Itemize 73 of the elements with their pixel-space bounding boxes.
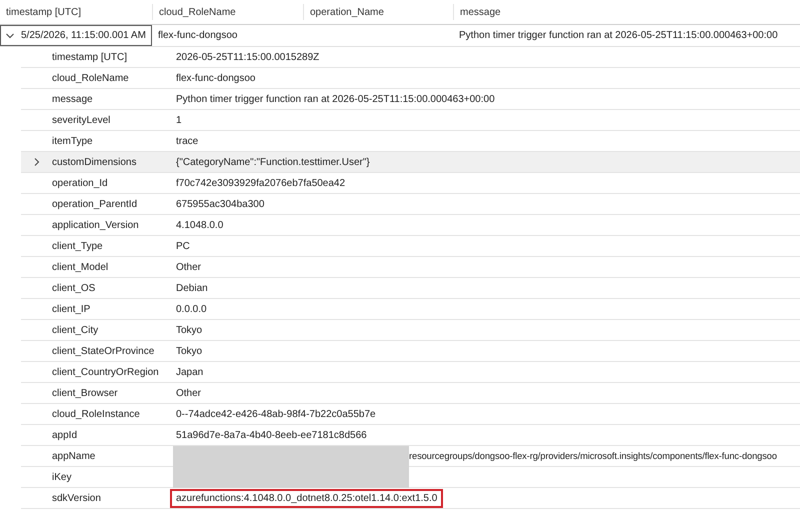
detail-row[interactable]: client_StateOrProvince Tokyo — [21, 341, 800, 362]
field-name: client_Model — [52, 262, 108, 272]
field-value: f70c742e3093929fa2076eb7fa50ea42 — [176, 178, 346, 188]
field-name: client_OS — [52, 282, 96, 294]
field-name: client_IP — [52, 304, 90, 314]
field-name: client_City — [52, 324, 98, 336]
field-name: itemType — [52, 136, 93, 146]
field-name: iKey — [52, 472, 72, 482]
field-name: client_StateOrProvince — [52, 346, 154, 356]
field-value: resourcegroups/dongsoo-flex-rg/providers/microsoft.insights/components/flex-func-dongsoo — [409, 451, 777, 461]
field-name: cloud_RoleName — [52, 72, 129, 84]
detail-row[interactable]: operation_Id f70c742e3093929fa2076eb7fa50ea42 — [21, 173, 800, 194]
field-name: cloud_RoleInstance — [52, 408, 140, 420]
field-value: Other — [176, 262, 202, 272]
field-name: sdkVersion — [52, 492, 101, 504]
field-value: Python timer trigger function ran at 2026-05-25T11:15:00.000463+00:00 — [176, 94, 495, 104]
detail-row[interactable]: message Python timer trigger function ran at 2026-05-25T11:15:00.000463+00:00 — [21, 89, 800, 110]
field-name: operation_ParentId — [52, 198, 138, 210]
field-value: 2026-05-25T11:15:00.0015289Z — [176, 52, 320, 62]
detail-row[interactable]: client_IP 0.0.0.0 — [21, 299, 800, 320]
table-cell: flex-func-dongsoo — [158, 30, 238, 41]
table-cell: 5/25/2026, 11:15:00.001 AM — [21, 30, 146, 41]
field-value: Tokyo — [176, 346, 202, 356]
detail-row[interactable]: client_Browser Other — [21, 383, 800, 404]
field-name: application_Version — [52, 220, 139, 230]
field-name: operation_Id — [52, 178, 108, 188]
field-value: azurefunctions:4.1048.0.0_dotnet8.0.25:otel1.14.0:ext1.5.0 — [172, 490, 442, 506]
field-value: {"CategoryName":"Function.testtimer.User"} — [176, 156, 370, 168]
detail-row[interactable]: client_OS Debian — [21, 278, 800, 299]
field-name: appId — [52, 430, 78, 440]
field-name: severityLevel — [52, 114, 110, 126]
field-value: PC — [176, 240, 190, 252]
field-value: Tokyo — [176, 324, 202, 336]
column-header[interactable]: cloud_RoleName — [159, 6, 236, 18]
detail-row[interactable]: client_Type PC — [21, 236, 800, 257]
field-name: message — [52, 94, 93, 104]
detail-row[interactable]: appName resourcegroups/dongsoo-flex-rg/providers/microsoft.insights/components/flex-func-dongsoo — [21, 446, 800, 467]
table-cell: Python timer trigger function ran at 2026-05-25T11:15:00.000463+00:00 — [459, 30, 778, 41]
field-value: 0--74adce42-e426-48ab-98f4-7b22c0a55b7e — [176, 408, 376, 420]
detail-row[interactable]: severityLevel 1 — [21, 110, 800, 131]
detail-row[interactable]: client_Model Other — [21, 257, 800, 278]
field-value: trace — [176, 136, 198, 146]
detail-row[interactable]: operation_ParentId 675955ac304ba300 — [21, 194, 800, 215]
field-value: Debian — [176, 282, 208, 294]
field-value: Japan — [176, 366, 204, 378]
field-name: timestamp [UTC] — [52, 52, 128, 62]
record-timestamp-cell[interactable]: 5/25/2026, 11:15:00.001 AM — [0, 25, 152, 46]
field-value: flex-func-dongsoo — [176, 72, 256, 84]
detail-row[interactable]: cloud_RoleName flex-func-dongsoo — [21, 68, 800, 89]
column-header[interactable]: operation_Name — [310, 6, 384, 18]
field-value: 51a96d7e-8a7a-4b40-8eeb-ee7181c8d566 — [176, 430, 367, 440]
field-value: 675955ac304ba300 — [176, 198, 264, 210]
chevron-icon[interactable] — [32, 157, 42, 167]
field-value: 4.1048.0.0 — [176, 220, 224, 230]
detail-row[interactable]: customDimensions {"CategoryName":"Function.testtimer.User"} — [21, 152, 800, 173]
detail-row[interactable]: client_City Tokyo — [21, 320, 800, 341]
field-value: 1 — [176, 114, 182, 126]
detail-row[interactable]: cloud_RoleInstance 0--74adce42-e426-48ab-98f4-7b22c0a55b7e — [21, 404, 800, 425]
column-header[interactable]: message — [460, 6, 501, 18]
detail-row[interactable]: application_Version 4.1048.0.0 — [21, 215, 800, 236]
field-name: appName — [52, 450, 96, 462]
field-name: client_CountryOrRegion — [52, 366, 159, 378]
field-name: customDimensions — [52, 156, 136, 168]
detail-row[interactable]: sdkVersion azurefunctions:4.1048.0.0_dotnet8.0.25:otel1.14.0:ext1.5.0 — [21, 488, 800, 509]
column-header[interactable]: timestamp [UTC] — [6, 6, 82, 18]
field-value: 0.0.0.0 — [176, 304, 207, 314]
detail-row[interactable]: client_CountryOrRegion Japan — [21, 362, 800, 383]
field-value: Other — [176, 388, 202, 398]
detail-row[interactable]: timestamp [UTC] 2026-05-25T11:15:00.0015289Z — [21, 47, 800, 68]
field-name: client_Type — [52, 240, 103, 252]
field-name: client_Browser — [52, 388, 118, 398]
chevron-icon[interactable] — [5, 30, 15, 40]
detail-row[interactable]: iKey — [21, 467, 800, 488]
